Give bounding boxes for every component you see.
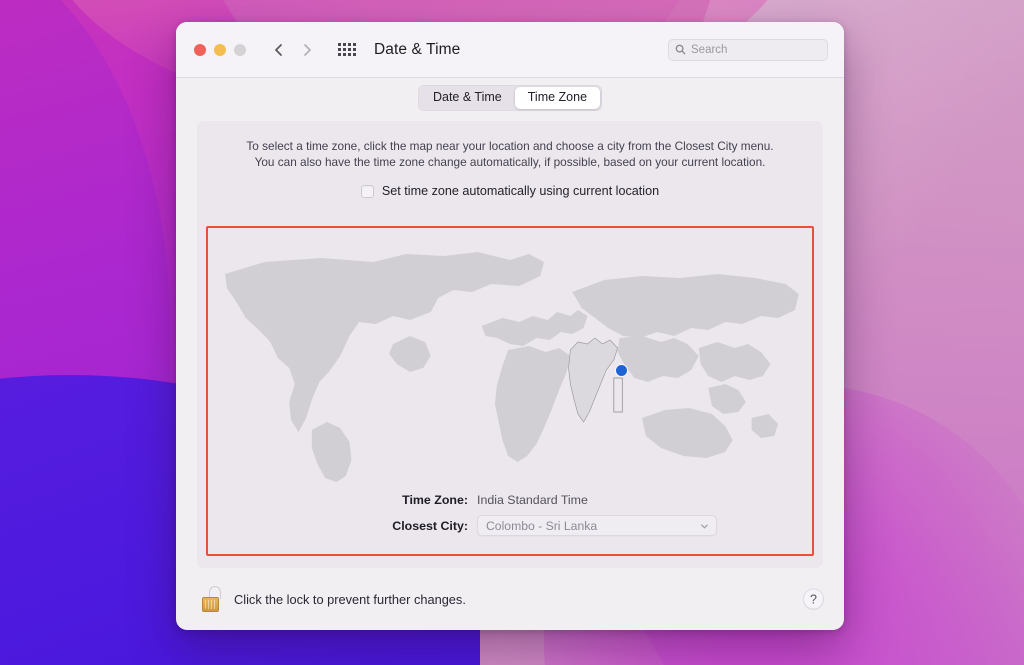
navigation-buttons xyxy=(272,43,314,57)
help-button[interactable]: ? xyxy=(803,588,824,610)
closest-city-dropdown[interactable]: Colombo - Sri Lanka xyxy=(477,515,717,536)
closest-city-label: Closest City: xyxy=(392,518,468,533)
window-footer: Click the lock to prevent further change… xyxy=(176,568,844,630)
show-all-grid-icon[interactable] xyxy=(338,43,356,56)
timezone-fields: Time Zone: India Standard Time Closest C… xyxy=(197,493,823,544)
tab-bar: Date & Time Time Zone xyxy=(176,78,844,118)
lock-hint-text: Click the lock to prevent further change… xyxy=(234,591,466,607)
padlock-body xyxy=(202,597,219,612)
instructions-line-2: You can also have the time zone change a… xyxy=(254,155,766,169)
date-and-time-preferences-window: Date & Time Search Date & Time Time Zone… xyxy=(176,22,844,630)
closest-city-value: Colombo - Sri Lanka xyxy=(486,518,598,533)
segmented-control: Date & Time Time Zone xyxy=(417,85,603,111)
search-placeholder: Search xyxy=(691,43,728,56)
chevron-down-icon xyxy=(701,523,708,528)
location-marker-dot xyxy=(616,365,627,376)
unlocked-padlock-icon[interactable] xyxy=(200,586,222,612)
zoom-button xyxy=(234,43,246,56)
time-zone-row: Time Zone: India Standard Time xyxy=(197,493,823,507)
forward-button[interactable] xyxy=(300,43,314,57)
time-zone-panel: To select a time zone, click the map nea… xyxy=(197,121,823,568)
set-timezone-automatically-label: Set time zone automatically using curren… xyxy=(381,184,660,198)
instructions-text: To select a time zone, click the map nea… xyxy=(197,121,823,170)
time-zone-value: India Standard Time xyxy=(477,493,588,507)
world-map-graphic xyxy=(224,252,799,482)
minimize-button[interactable] xyxy=(214,43,226,56)
window-titlebar: Date & Time Search xyxy=(176,22,844,78)
window-body: Date & Time Time Zone To select a time z… xyxy=(176,78,844,630)
closest-city-row: Closest City: Colombo - Sri Lanka xyxy=(197,515,823,536)
traffic-light-buttons xyxy=(194,43,246,56)
search-field[interactable]: Search xyxy=(668,38,828,61)
instructions-line-1: To select a time zone, click the map nea… xyxy=(246,139,774,153)
tab-time-zone[interactable]: Time Zone xyxy=(514,87,601,109)
page-title: Date & Time xyxy=(374,40,461,58)
tab-date-and-time[interactable]: Date & Time xyxy=(420,87,515,109)
set-timezone-automatically-checkbox[interactable] xyxy=(360,184,374,198)
close-button[interactable] xyxy=(194,43,206,56)
back-button[interactable] xyxy=(272,43,286,57)
auto-timezone-row: Set time zone automatically using curren… xyxy=(197,184,823,198)
search-icon xyxy=(675,44,686,55)
time-zone-label: Time Zone: xyxy=(402,493,468,507)
